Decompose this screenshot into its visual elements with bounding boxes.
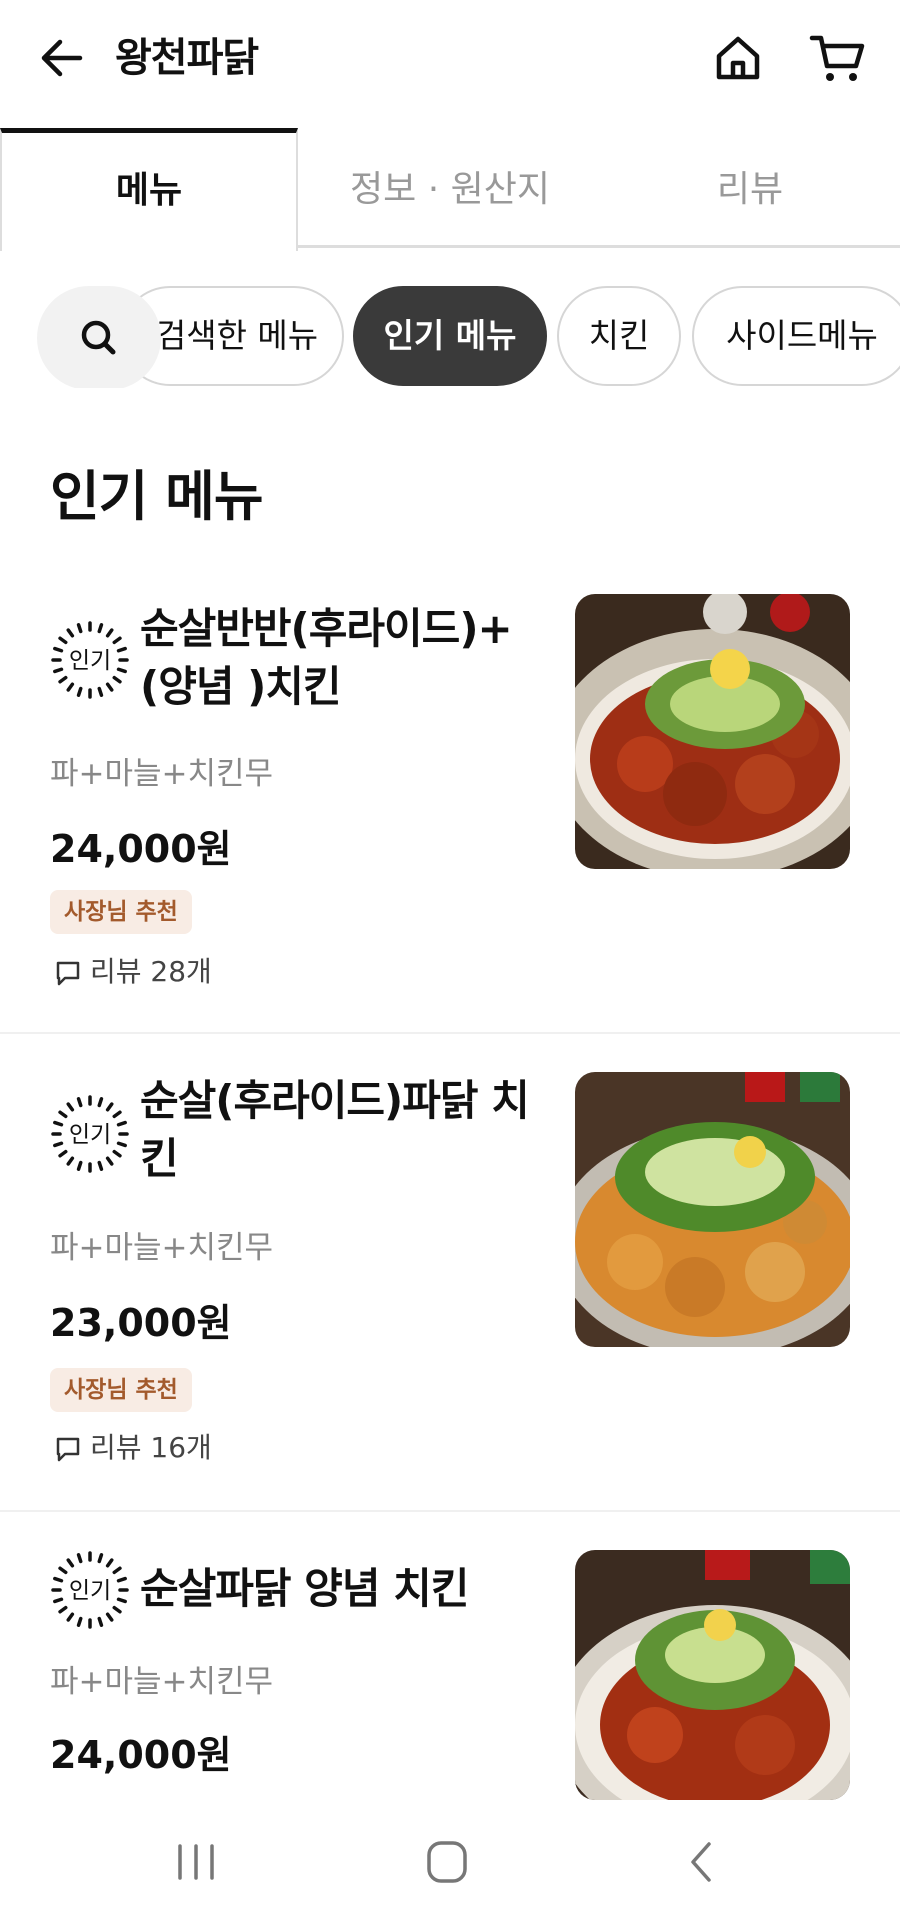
- item-description: 파+마늘+치킨무: [50, 1230, 274, 1266]
- popular-badge-icon: 인기: [51, 1095, 129, 1173]
- menu-item[interactable]: 인기 순살반반(후라이드)+(양념 )치킨 파+마늘+치킨무 24,000원 사…: [0, 590, 900, 1034]
- menu-search-button[interactable]: [37, 286, 161, 388]
- arrow-left-icon: [41, 39, 83, 77]
- home-button[interactable]: [710, 30, 766, 86]
- review-count: 리뷰 28개: [54, 954, 212, 990]
- divider: [0, 1032, 900, 1034]
- speech-bubble-icon: [56, 1437, 80, 1462]
- item-price: 24,000원: [50, 1733, 232, 1777]
- tab-review[interactable]: 리뷰: [600, 128, 900, 248]
- home-nav-button[interactable]: [407, 1830, 487, 1894]
- speech-bubble-icon: [56, 961, 80, 986]
- item-description: 파+마늘+치킨무: [50, 756, 274, 792]
- popular-badge-icon: 인기: [51, 1551, 129, 1629]
- popular-badge-label: 인기: [69, 648, 111, 674]
- back-nav-button[interactable]: [661, 1830, 741, 1894]
- owner-recommend-tag: 사장님 추천: [50, 1368, 192, 1412]
- cart-button[interactable]: [808, 30, 868, 86]
- system-nav-bar: [0, 1800, 900, 1922]
- cart-icon: [809, 35, 865, 81]
- recents-button[interactable]: [156, 1830, 236, 1894]
- chip-side-menu[interactable]: 사이드메뉴: [692, 286, 900, 386]
- tab-info-origin[interactable]: 정보 · 원산지: [300, 128, 600, 248]
- recents-icon: [178, 1844, 214, 1880]
- menu-item[interactable]: 인기 순살(후라이드)파닭 치킨 파+마늘+치킨무 23,000원 사장님 추천…: [0, 1068, 900, 1512]
- review-count-label: 리뷰 28개: [90, 955, 212, 988]
- chip-popular-menu[interactable]: 인기 메뉴: [353, 286, 547, 386]
- item-price: 23,000원: [50, 1301, 232, 1345]
- divider: [0, 1510, 900, 1512]
- menu-item[interactable]: 인기 순살파닭 양념 치킨 파+마늘+치킨무 24,000원: [0, 1546, 900, 1808]
- item-description: 파+마늘+치킨무: [50, 1664, 274, 1700]
- popular-badge-label: 인기: [69, 1578, 111, 1604]
- item-name: 순살(후라이드)파닭 치킨: [140, 1076, 530, 1183]
- popular-badge-icon: 인기: [51, 621, 129, 699]
- search-icon: [81, 320, 116, 355]
- review-count: 리뷰 16개: [54, 1430, 212, 1466]
- store-tabs: 메뉴 정보 · 원산지 리뷰: [0, 128, 900, 251]
- back-button[interactable]: [34, 30, 90, 86]
- app-header: 왕천파닭: [0, 0, 900, 120]
- chevron-left-icon: [691, 1842, 711, 1882]
- item-price: 24,000원: [50, 827, 232, 871]
- store-title: 왕천파닭: [115, 35, 259, 81]
- item-name: 순살반반(후라이드)+(양념 )치킨: [140, 604, 513, 711]
- category-chips: 검색한 메뉴 인기 메뉴 치킨 사이드메뉴: [0, 284, 900, 388]
- tab-menu[interactable]: 메뉴: [0, 128, 298, 251]
- food-image: [575, 1550, 850, 1800]
- review-count-label: 리뷰 16개: [90, 1431, 212, 1464]
- section-title: 인기 메뉴: [50, 465, 264, 528]
- popular-badge-label: 인기: [69, 1122, 111, 1148]
- chip-chicken[interactable]: 치킨: [557, 286, 681, 386]
- home-circle-icon: [427, 1841, 467, 1883]
- item-name: 순살파닭 양념 치킨: [140, 1564, 469, 1613]
- home-icon: [716, 36, 760, 80]
- food-image: [575, 594, 850, 869]
- food-image: [575, 1072, 850, 1347]
- owner-recommend-tag: 사장님 추천: [50, 890, 192, 934]
